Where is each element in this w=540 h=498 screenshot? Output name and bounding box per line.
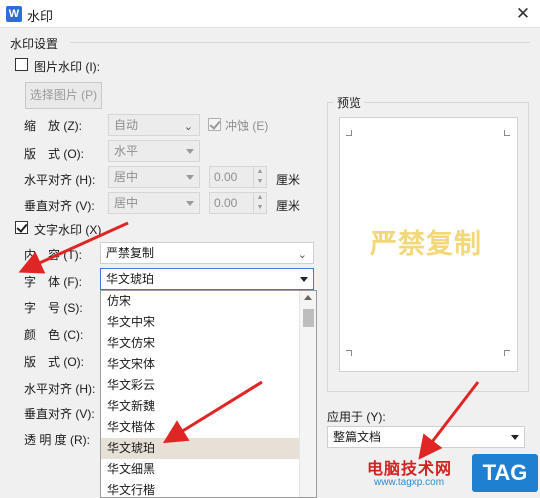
- picture-layout-select[interactable]: 水平: [108, 140, 200, 162]
- tag-logo-icon: TAG: [472, 454, 538, 492]
- font-dropdown-list[interactable]: 仿宋 华文中宋 华文仿宋 华文宋体 华文彩云 华文新魏 华文楷体 华文琥珀 华文…: [100, 290, 317, 498]
- font-value: 华文琥珀: [106, 272, 155, 286]
- font-option[interactable]: 华文中宋: [101, 312, 301, 333]
- font-option[interactable]: 华文行楷: [101, 480, 301, 497]
- page-corner-mark: [504, 130, 510, 136]
- picture-valign-label: 垂直对齐 (V):: [24, 199, 95, 213]
- apply-to-select[interactable]: 整篇文档: [327, 426, 525, 448]
- content-label: 内 容 (T):: [24, 248, 82, 262]
- font-option[interactable]: 华文新魏: [101, 396, 301, 417]
- picture-halign-offset[interactable]: 0.00 ▲ ▼: [209, 166, 267, 188]
- scroll-up-icon[interactable]: [304, 295, 312, 300]
- font-select[interactable]: 华文琥珀: [100, 268, 314, 290]
- text-watermark-label: 文字水印 (X): [34, 223, 102, 237]
- close-icon[interactable]: ✕: [512, 4, 534, 24]
- page-corner-mark: [504, 350, 510, 356]
- dropdown-arrow-icon: [300, 277, 308, 282]
- dropdown-arrow-icon: [186, 175, 194, 180]
- site-logo-watermark: 电脑技术网 www.tagxp.com TAG: [360, 452, 540, 498]
- transparency-label: 透 明 度 (R):: [24, 433, 90, 447]
- size-label: 字 号 (S):: [24, 301, 83, 315]
- washout-label: 冲蚀 (E): [225, 119, 269, 133]
- font-option[interactable]: 华文宋体: [101, 354, 301, 375]
- chevron-down-icon: ⌄: [297, 249, 307, 261]
- scrollbar-thumb[interactable]: [303, 309, 314, 327]
- apply-to-label: 应用于 (Y):: [327, 410, 386, 424]
- page-corner-mark: [346, 130, 352, 136]
- logo-url: www.tagxp.com: [374, 477, 445, 488]
- font-option[interactable]: 华文彩云: [101, 375, 301, 396]
- color-label: 颜 色 (C):: [24, 328, 84, 342]
- font-option[interactable]: 华文细黑: [101, 459, 301, 480]
- unit-label: 厘米: [276, 173, 301, 187]
- dropdown-arrow-icon: [186, 149, 194, 154]
- picture-halign-select[interactable]: 居中: [108, 166, 200, 188]
- content-combo[interactable]: 严禁复制 ⌄: [100, 242, 314, 264]
- unit-label: 厘米: [276, 199, 301, 213]
- section-divider: [70, 42, 530, 43]
- page-corner-mark: [346, 350, 352, 356]
- picture-watermark-label: 图片水印 (I):: [34, 60, 100, 74]
- picture-layout-value: 水平: [114, 144, 139, 158]
- scale-combo[interactable]: 自动 ⌄: [108, 114, 200, 136]
- picture-halign-label: 水平对齐 (H):: [24, 173, 96, 187]
- text-layout-label: 版 式 (O):: [24, 355, 84, 369]
- font-option-selected[interactable]: 华文琥珀: [101, 438, 301, 459]
- text-watermark-checkbox[interactable]: [15, 221, 28, 234]
- picture-layout-label: 版 式 (O):: [24, 147, 84, 161]
- font-option[interactable]: 华文楷体: [101, 417, 301, 438]
- font-option[interactable]: 仿宋: [101, 291, 301, 312]
- preview-watermark-text: 严禁复制: [370, 229, 482, 259]
- picture-valign-offset[interactable]: 0.00 ▲ ▼: [209, 192, 267, 214]
- title-bar: W 水印 ✕: [0, 0, 540, 28]
- picture-valign-select[interactable]: 居中: [108, 192, 200, 214]
- picture-watermark-checkbox[interactable]: [15, 58, 28, 71]
- picture-valign-value: 居中: [114, 196, 139, 210]
- scale-label: 缩 放 (Z):: [24, 119, 82, 133]
- dropdown-arrow-icon: [511, 435, 519, 440]
- font-option[interactable]: 华文仿宋: [101, 333, 301, 354]
- dropdown-scrollbar[interactable]: [299, 291, 316, 497]
- valign-offset-value: 0.00: [214, 196, 238, 210]
- wps-writer-icon: W: [6, 6, 22, 22]
- font-label: 字 体 (F):: [24, 275, 82, 289]
- text-halign-label: 水平对齐 (H):: [24, 382, 96, 396]
- chevron-down-icon: ⌄: [183, 121, 193, 133]
- select-picture-button[interactable]: 选择图片 (P): [25, 82, 102, 109]
- section-title: 水印设置: [10, 37, 59, 51]
- content-value: 严禁复制: [106, 246, 155, 260]
- preview-title: 预览: [334, 94, 365, 111]
- apply-to-value: 整篇文档: [333, 430, 382, 444]
- spin-buttons[interactable]: ▲ ▼: [253, 193, 266, 213]
- logo-text: 电脑技术网: [367, 461, 453, 478]
- dialog-title: 水印: [27, 9, 54, 24]
- dropdown-arrow-icon: [186, 201, 194, 206]
- scale-value: 自动: [114, 118, 139, 132]
- halign-offset-value: 0.00: [214, 170, 238, 184]
- picture-halign-value: 居中: [114, 170, 139, 184]
- washout-checkbox[interactable]: [208, 118, 221, 131]
- text-valign-label: 垂直对齐 (V):: [24, 407, 95, 421]
- spin-buttons[interactable]: ▲ ▼: [253, 167, 266, 187]
